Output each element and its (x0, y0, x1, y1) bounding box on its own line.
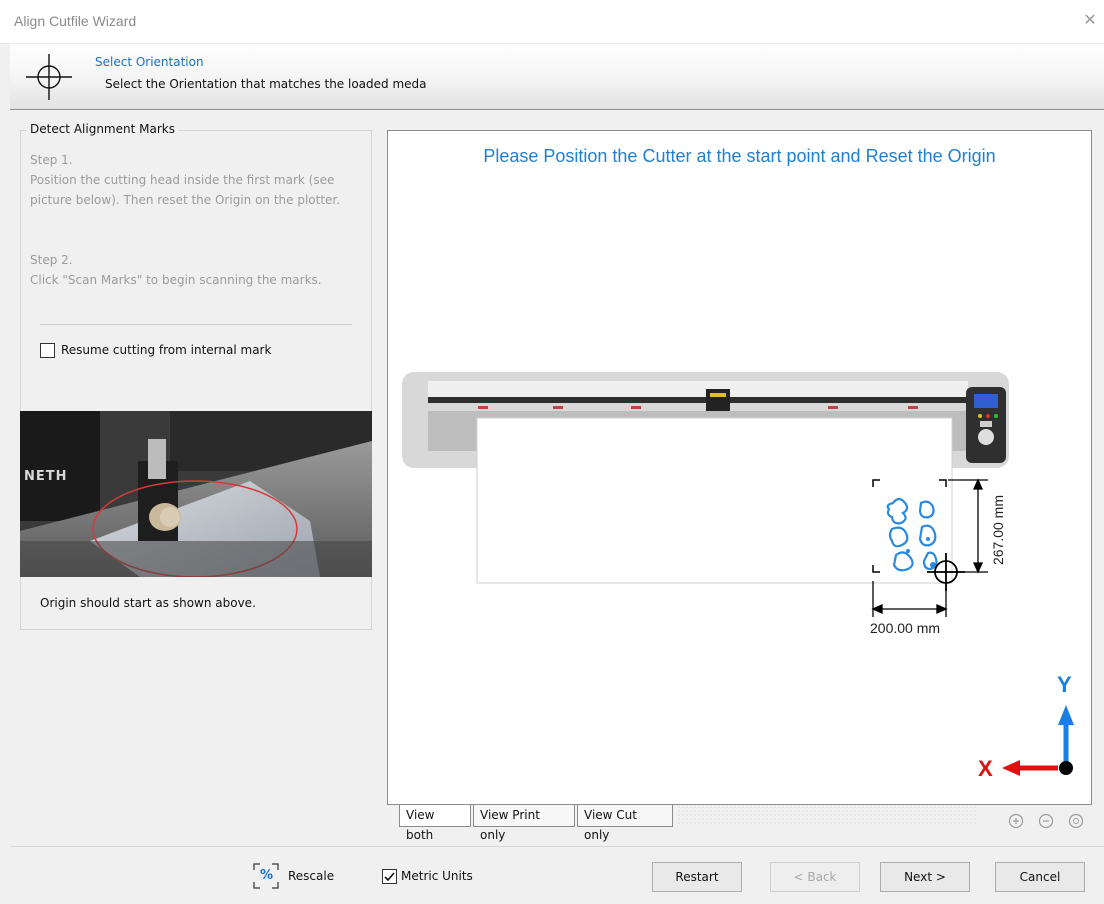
step2-text: Click "Scan Marks" to begin scanning the… (30, 273, 322, 287)
origin-note: Origin should start as shown above. (40, 596, 256, 610)
title-bar (0, 0, 1104, 44)
tab-view-cut-only[interactable]: View Cut only (577, 805, 673, 842)
divider (40, 324, 352, 325)
height-dimension (948, 478, 988, 574)
y-axis-label: Y (1057, 672, 1072, 697)
page-title: Select Orientation (95, 55, 204, 69)
back-button[interactable]: < Back (770, 862, 860, 892)
step2-title: Step 2. (30, 253, 73, 267)
metric-units-checkbox[interactable] (382, 869, 397, 884)
step1-text: Position the cutting head inside the fir… (30, 173, 341, 207)
window-title: Align Cutfile Wizard (14, 13, 137, 29)
cutter-head (706, 389, 730, 411)
zoom-fit-icon[interactable] (1068, 813, 1084, 829)
zoom-in-icon[interactable] (1008, 813, 1024, 829)
resume-label: Resume cutting from internal mark (61, 343, 272, 357)
crosshair-icon (26, 54, 72, 100)
step1-title: Step 1. (30, 153, 73, 167)
view-tabs: View both View Print only View Cut only (387, 805, 1092, 842)
wizard-header: Select Orientation Select the Orientatio… (10, 44, 1104, 110)
close-button[interactable]: ✕ (1078, 8, 1102, 32)
cancel-button[interactable]: Cancel (995, 862, 1085, 892)
rescale-icon[interactable]: % (252, 862, 280, 890)
page-subtitle: Select the Orientation that matches the … (105, 77, 427, 91)
photo-brand-text: NETH (24, 469, 68, 484)
footer-divider (10, 846, 1104, 847)
cutter-photo-drawing (20, 411, 372, 577)
metric-units-label: Metric Units (401, 869, 473, 883)
plotter-rail (428, 397, 968, 403)
rescale-percent-glyph: % (260, 868, 274, 883)
cutter-photo: NETH (20, 411, 372, 577)
next-button[interactable]: Next > (880, 862, 970, 892)
width-dimension-label: 200.00 mm (870, 620, 941, 636)
zoom-out-icon[interactable] (1038, 813, 1054, 829)
media-sheet (476, 417, 953, 584)
x-axis-label: X (978, 756, 993, 781)
rescale-label[interactable]: Rescale (288, 869, 334, 883)
width-dimension (871, 581, 948, 617)
group-title: Detect Alignment Marks (26, 122, 179, 136)
restart-button[interactable]: Restart (652, 862, 742, 892)
resume-checkbox[interactable] (40, 343, 55, 358)
checkmark-icon (384, 872, 395, 882)
tab-strip-filler (677, 805, 977, 825)
height-dimension-label: 267.00 mm (990, 494, 1006, 566)
plotter-preview-drawing (402, 372, 1074, 776)
axis-indicator (1002, 705, 1074, 776)
tab-view-print-only[interactable]: View Print only (473, 805, 575, 842)
tab-view-both[interactable]: View both (399, 805, 471, 842)
